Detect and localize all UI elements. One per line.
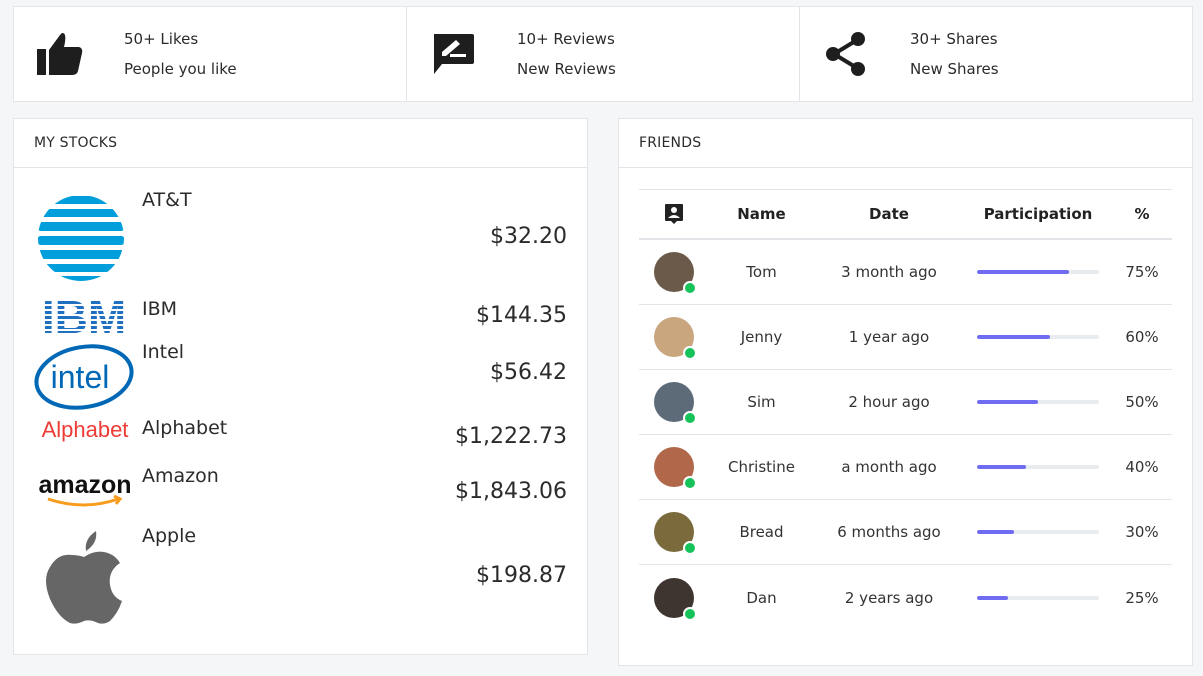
friend-name: Christine	[728, 458, 795, 476]
participation-bar	[977, 465, 1099, 469]
stock-name: Alphabet	[142, 417, 228, 439]
online-status-dot	[683, 606, 697, 621]
stock-price: $144.35	[476, 303, 567, 328]
stock-item: intel Intel $56.42	[14, 341, 587, 411]
table-row[interactable]: Tom 3 month ago 75%	[639, 240, 1172, 305]
friends-card-title: FRIENDS	[619, 119, 1192, 168]
participation-bar	[977, 595, 1099, 600]
online-status-dot	[683, 476, 697, 490]
friend-percent: 60%	[1125, 328, 1159, 346]
stock-item: Apple $198.87	[14, 519, 587, 629]
stat-shares-subtitle: New Shares	[910, 60, 999, 78]
friend-percent: 75%	[1125, 263, 1159, 281]
intel-logo: intel	[34, 344, 134, 410]
avatar[interactable]	[654, 577, 697, 621]
avatar[interactable]	[654, 447, 697, 490]
friend-percent: 40%	[1125, 458, 1159, 476]
participation-fill	[977, 530, 1014, 534]
participation-fill	[977, 465, 1026, 469]
friend-date: 2 years ago	[844, 588, 934, 607]
friend-date: a month ago	[841, 458, 937, 476]
avatar[interactable]	[654, 317, 697, 360]
stat-likes: 50+ Likes People you like	[14, 7, 407, 101]
table-row[interactable]: Christine a month ago 40%	[639, 435, 1172, 500]
stock-item: IBM IBM $144.35	[14, 293, 587, 341]
table-row[interactable]: Bread 6 months ago 30%	[639, 500, 1172, 565]
stat-reviews-title: 10+ Reviews	[517, 30, 615, 48]
stat-shares-title: 30+ Shares	[910, 30, 998, 48]
column-header-date[interactable]: Date	[814, 205, 964, 223]
stat-reviews: 10+ Reviews New Reviews	[407, 7, 800, 101]
participation-fill	[977, 270, 1069, 274]
online-status-dot	[683, 346, 697, 360]
stock-price: $1,843.06	[455, 479, 567, 504]
avatar[interactable]	[654, 252, 697, 295]
table-row[interactable]: Sim 2 hour ago 50%	[639, 370, 1172, 435]
participation-fill	[977, 400, 1038, 404]
friend-percent: 50%	[1125, 393, 1159, 411]
stock-name: Amazon	[142, 465, 219, 487]
participation-bar	[977, 335, 1099, 339]
participation-bar	[977, 270, 1099, 274]
friend-date: 1 year ago	[848, 328, 930, 346]
stat-reviews-subtitle: New Reviews	[517, 60, 616, 78]
avatar[interactable]	[654, 512, 697, 555]
online-status-dot	[683, 541, 697, 555]
stock-item: Alphabet Alphabet $1,222.73	[14, 411, 587, 459]
alphabet-logo: Alphabet	[41, 417, 129, 442]
table-row[interactable]: Jenny 1 year ago 60%	[639, 305, 1172, 370]
stock-item: amazon Amazon $1,843.06	[14, 459, 587, 519]
table-row[interactable]: Dan 2 years ago 25%	[639, 565, 1172, 630]
online-status-dot	[683, 411, 697, 425]
stocks-card: MY STOCKS AT&T $32.20 IBM IBM $144.35 in…	[13, 118, 588, 655]
stock-price: $1,222.73	[455, 424, 567, 449]
stock-price: $198.87	[476, 563, 567, 588]
stock-price: $32.20	[490, 224, 567, 249]
svg-text:intel: intel	[51, 359, 110, 395]
stock-price: $56.42	[490, 360, 567, 385]
thumbs-up-icon	[34, 28, 86, 80]
stock-name: AT&T	[142, 189, 192, 211]
table-header: Name Date Participation %	[639, 189, 1172, 240]
friends-card: FRIENDS Name Date Participation % Tom 3 …	[618, 118, 1193, 666]
stats-bar: 50+ Likes People you like 10+ Reviews Ne…	[13, 6, 1193, 102]
stocks-card-title: MY STOCKS	[14, 119, 587, 168]
friend-name: Tom	[746, 263, 777, 281]
stat-shares: 30+ Shares New Shares	[800, 7, 1192, 101]
column-header-percent[interactable]: %	[1112, 205, 1172, 223]
avatar[interactable]	[654, 382, 697, 425]
apple-logo	[34, 527, 134, 627]
friend-name: Sim	[747, 393, 776, 411]
stock-name: Apple	[142, 525, 197, 547]
stat-likes-subtitle: People you like	[124, 60, 237, 78]
online-status-dot	[683, 281, 697, 295]
contact-icon	[639, 203, 709, 225]
stock-item: AT&T $32.20	[14, 183, 587, 293]
att-logo	[34, 193, 128, 283]
friend-date: 2 hour ago	[848, 393, 930, 411]
column-header-participation[interactable]: Participation	[964, 205, 1112, 223]
friend-name: Jenny	[740, 328, 783, 346]
participation-bar	[977, 400, 1099, 404]
friend-percent: 25%	[1125, 588, 1159, 607]
amazon-logo: amazon	[34, 467, 136, 511]
stat-likes-title: 50+ Likes	[124, 30, 199, 48]
svg-text:IBM: IBM	[42, 296, 126, 336]
participation-bar	[977, 530, 1099, 534]
participation-fill	[977, 335, 1051, 339]
stock-name: IBM	[142, 298, 178, 320]
friends-table: Name Date Participation % Tom 3 month ag…	[639, 189, 1172, 630]
friend-percent: 30%	[1125, 523, 1159, 541]
friend-name: Bread	[739, 523, 784, 541]
stock-name: Intel	[142, 341, 185, 363]
friend-name: Dan	[746, 588, 777, 607]
review-icon	[427, 28, 479, 80]
svg-text:amazon: amazon	[38, 471, 131, 499]
share-icon	[820, 28, 872, 80]
friend-date: 6 months ago	[837, 523, 941, 541]
friend-date: 3 month ago	[841, 263, 937, 281]
participation-fill	[977, 595, 1008, 600]
ibm-logo: IBM	[34, 296, 134, 336]
column-header-name[interactable]: Name	[709, 205, 814, 223]
